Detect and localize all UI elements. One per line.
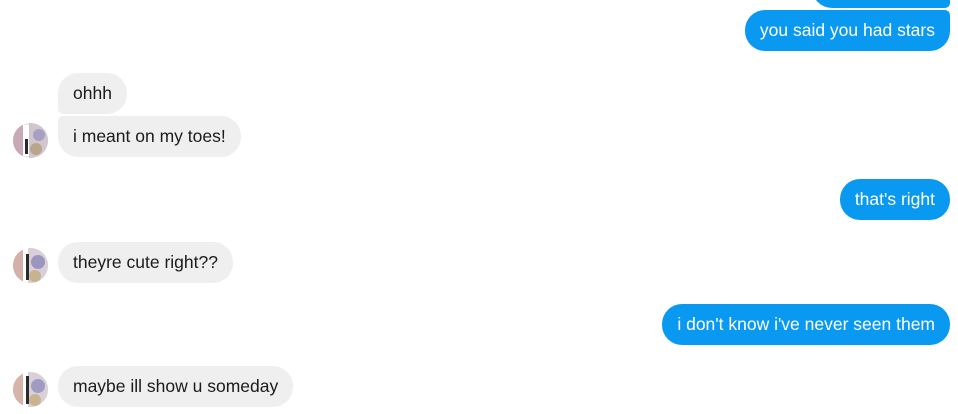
incoming-message[interactable]: maybe ill show u someday (58, 366, 294, 407)
incoming-message[interactable]: ohhh (58, 73, 127, 114)
contact-avatar[interactable] (13, 248, 48, 283)
incoming-message[interactable]: theyre cute right?? (58, 242, 233, 283)
contact-avatar[interactable] (13, 372, 48, 407)
outgoing-message[interactable]: you said you had stars (744, 10, 950, 51)
outgoing-message[interactable]: that's right (839, 179, 950, 220)
incoming-message[interactable]: i meant on my toes! (58, 116, 241, 157)
avatar-photo-icon (13, 248, 48, 283)
avatar-photo-icon (13, 123, 48, 158)
contact-avatar[interactable] (13, 123, 48, 158)
avatar-photo-icon (13, 372, 48, 407)
outgoing-message[interactable] (812, 0, 950, 8)
outgoing-message[interactable]: i don't know i've never seen them (662, 304, 950, 345)
message-thread: you said you had stars ohhh i meant on m… (0, 0, 958, 414)
